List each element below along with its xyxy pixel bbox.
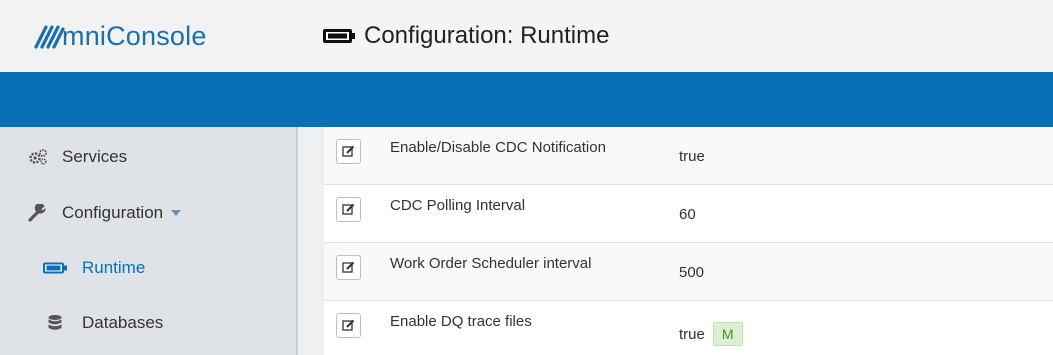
battery-icon xyxy=(323,29,355,43)
edit-icon xyxy=(342,319,355,331)
edit-button[interactable] xyxy=(336,197,361,222)
edit-button[interactable] xyxy=(336,139,361,164)
setting-label: Enable DQ trace files xyxy=(390,313,532,330)
sidebar-item-label: Configuration xyxy=(62,203,164,222)
gears-icon xyxy=(28,148,48,166)
sidebar: Services Configuration Runtime Databases xyxy=(0,127,296,355)
setting-value-text: 500 xyxy=(679,264,705,281)
setting-label: Work Order Scheduler interval xyxy=(390,255,592,272)
setting-value: true M xyxy=(679,322,743,346)
table-row: Enable DQ trace files true M xyxy=(324,301,1053,355)
page-title: Configuration: Runtime xyxy=(322,22,609,50)
sidebar-divider xyxy=(296,127,324,355)
chevron-down-icon xyxy=(171,210,182,216)
wrench-icon xyxy=(28,204,48,222)
setting-value-text: true xyxy=(679,148,705,165)
status-badge: M xyxy=(712,322,743,346)
sidebar-item-label: Databases xyxy=(82,313,164,332)
sidebar-item-configuration[interactable]: Configuration xyxy=(0,185,296,241)
logo[interactable]: mniConsole xyxy=(30,21,207,52)
edit-icon xyxy=(342,145,355,157)
sidebar-item-runtime[interactable]: Runtime xyxy=(0,240,296,296)
setting-value: true xyxy=(679,148,705,165)
edit-button[interactable] xyxy=(336,313,361,338)
toolbar-band xyxy=(0,72,1053,127)
page-title-text: Configuration: Runtime xyxy=(364,22,610,49)
sidebar-item-databases[interactable]: Databases xyxy=(0,295,296,351)
edit-button[interactable] xyxy=(336,255,361,280)
logo-area: mniConsole xyxy=(0,0,296,72)
setting-value-text: true xyxy=(679,325,705,343)
setting-value: 60 xyxy=(679,206,696,223)
table-row: Work Order Scheduler interval 500 xyxy=(324,243,1053,301)
logo-icon xyxy=(34,25,65,49)
logo-text: mniConsole xyxy=(62,20,207,51)
setting-label: Enable/Disable CDC Notification xyxy=(390,139,606,156)
setting-label: CDC Polling Interval xyxy=(390,197,526,214)
edit-icon xyxy=(342,203,355,215)
setting-value: 500 xyxy=(679,264,704,281)
page-header: Configuration: Runtime xyxy=(296,0,1053,72)
sidebar-item-label: Runtime xyxy=(82,258,146,277)
settings-table: Enable/Disable CDC Notification true CDC… xyxy=(324,127,1053,355)
table-row: CDC Polling Interval 60 xyxy=(324,185,1053,243)
sidebar-item-label: Services xyxy=(62,147,128,166)
edit-icon xyxy=(342,261,355,273)
battery-icon xyxy=(42,259,68,277)
database-icon xyxy=(42,314,68,332)
sidebar-item-services[interactable]: Services xyxy=(0,129,296,185)
table-row: Enable/Disable CDC Notification true xyxy=(324,127,1053,185)
setting-value-text: 60 xyxy=(679,206,696,223)
